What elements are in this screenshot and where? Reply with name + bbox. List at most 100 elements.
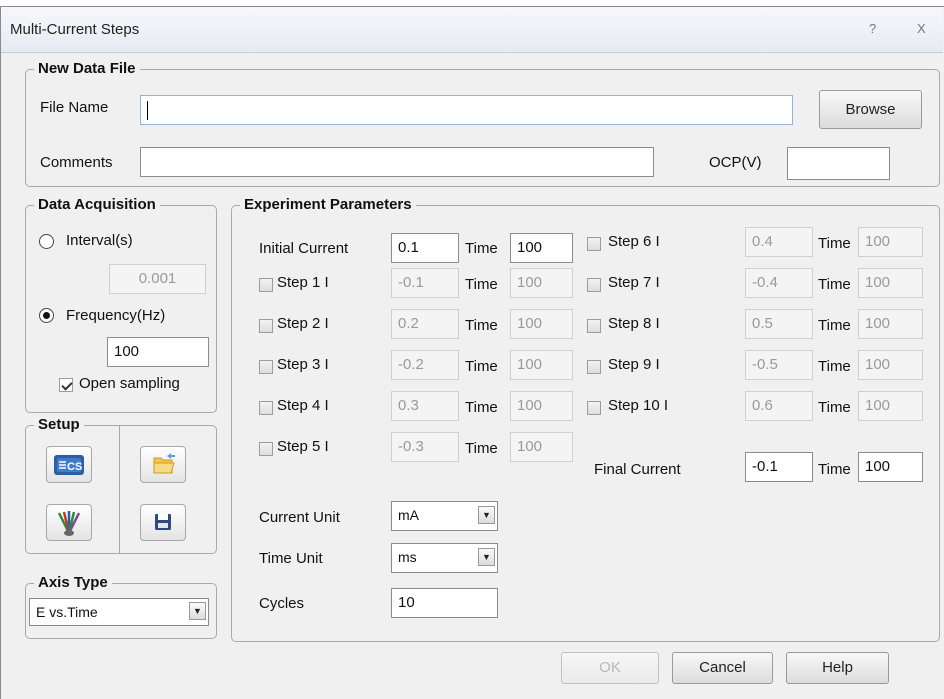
step-8-current-input[interactable]: 0.5: [745, 309, 813, 339]
cycles-input[interactable]: 10: [391, 588, 498, 618]
cs-instrument-button[interactable]: CS: [46, 446, 92, 483]
current-unit-select[interactable]: mA ▼: [391, 501, 498, 531]
step-10-time-input[interactable]: 100: [858, 391, 923, 421]
step-2-checkbox[interactable]: [259, 319, 273, 333]
step-9-time-input[interactable]: 100: [858, 350, 923, 380]
step-1-label: Step 1 I: [277, 274, 329, 291]
time-unit-value: ms: [398, 549, 417, 565]
frequency-input[interactable]: 100: [107, 337, 209, 367]
step-5-label: Step 5 I: [277, 438, 329, 455]
final-time-input[interactable]: 100: [858, 452, 923, 482]
step-7-checkbox[interactable]: [587, 278, 601, 292]
axis-type-group: Axis Type E vs.Time ▼: [25, 574, 217, 639]
step-1-current-input[interactable]: -0.1: [391, 268, 459, 298]
file-name-label: File Name: [40, 99, 109, 116]
help-button[interactable]: Help: [786, 652, 889, 684]
step-4-time-input[interactable]: 100: [510, 391, 573, 421]
step-10-checkbox[interactable]: [587, 401, 601, 415]
open-folder-icon: [153, 453, 175, 474]
new-data-file-legend: New Data File: [34, 60, 140, 78]
close-icon[interactable]: X: [917, 21, 926, 36]
chevron-down-icon[interactable]: ▼: [189, 602, 206, 620]
setup-divider: [119, 426, 120, 553]
step-8-label: Step 8 I: [608, 315, 660, 332]
initial-current-input[interactable]: 0.1: [391, 233, 459, 263]
step-3-checkbox[interactable]: [259, 360, 273, 374]
current-unit-label: Current Unit: [259, 509, 340, 526]
cancel-button[interactable]: Cancel: [672, 652, 773, 684]
chevron-down-icon[interactable]: ▼: [478, 506, 495, 524]
time-label: Time: [818, 399, 851, 416]
time-label: Time: [465, 440, 498, 457]
step-4-label: Step 4 I: [277, 397, 329, 414]
ocp-label: OCP(V): [709, 154, 762, 171]
browse-button[interactable]: Browse: [819, 90, 922, 129]
step-8-checkbox[interactable]: [587, 319, 601, 333]
ocp-input[interactable]: [787, 147, 890, 180]
step-10-label: Step 10 I: [608, 397, 669, 414]
step-9-checkbox[interactable]: [587, 360, 601, 374]
electrode-button[interactable]: [46, 504, 92, 541]
time-label: Time: [818, 461, 851, 478]
cycles-label: Cycles: [259, 595, 305, 612]
step-6-checkbox[interactable]: [587, 237, 601, 251]
step-2-time-input[interactable]: 100: [510, 309, 573, 339]
step-3-current-input[interactable]: -0.2: [391, 350, 459, 380]
initial-current-label: Initial Current: [259, 240, 349, 257]
open-sampling-label: Open sampling: [79, 375, 180, 392]
step-7-label: Step 7 I: [608, 274, 660, 291]
initial-time-input[interactable]: 100: [510, 233, 573, 263]
step-4-checkbox[interactable]: [259, 401, 273, 415]
step-10-current-input[interactable]: 0.6: [745, 391, 813, 421]
chevron-down-icon[interactable]: ▼: [478, 548, 495, 566]
time-unit-select[interactable]: ms ▼: [391, 543, 498, 573]
step-1-time-input[interactable]: 100: [510, 268, 573, 298]
data-acquisition-legend: Data Acquisition: [34, 196, 160, 214]
step-9-current-input[interactable]: -0.5: [745, 350, 813, 380]
step-4-current-input[interactable]: 0.3: [391, 391, 459, 421]
step-6-time-input[interactable]: 100: [858, 227, 923, 257]
step-2-label: Step 2 I: [277, 315, 329, 332]
save-button[interactable]: [140, 504, 186, 541]
time-label: Time: [465, 276, 498, 293]
comments-input[interactable]: [140, 147, 654, 177]
title-bar[interactable]: Multi-Current Steps ? X: [1, 7, 943, 53]
comments-label: Comments: [40, 154, 113, 171]
open-file-button[interactable]: [140, 446, 186, 483]
dialog-window: Multi-Current Steps ? X New Data File Fi…: [0, 6, 944, 699]
current-unit-value: mA: [398, 507, 419, 523]
step-3-time-input[interactable]: 100: [510, 350, 573, 380]
new-data-file-group: New Data File File Name Browse Comments …: [25, 60, 940, 187]
step-1-checkbox[interactable]: [259, 278, 273, 292]
axis-type-select[interactable]: E vs.Time ▼: [29, 598, 209, 626]
final-current-input[interactable]: -0.1: [745, 452, 813, 482]
step-5-time-input[interactable]: 100: [510, 432, 573, 462]
window-title: Multi-Current Steps: [10, 21, 140, 38]
step-5-current-input[interactable]: -0.3: [391, 432, 459, 462]
time-label: Time: [818, 317, 851, 334]
setup-group: Setup CS: [25, 416, 217, 554]
frequency-radio[interactable]: [39, 308, 54, 323]
frequency-label: Frequency(Hz): [66, 307, 166, 324]
open-sampling-checkbox[interactable]: [59, 378, 73, 392]
cs-instrument-icon: CS: [54, 455, 84, 475]
axis-type-legend: Axis Type: [34, 574, 112, 592]
interval-radio[interactable]: [39, 234, 54, 249]
interval-input[interactable]: 0.001: [109, 264, 206, 294]
experiment-parameters-group: Experiment Parameters Initial Current 0.…: [231, 196, 940, 642]
step-6-current-input[interactable]: 0.4: [745, 227, 813, 257]
step-7-current-input[interactable]: -0.4: [745, 268, 813, 298]
step-8-time-input[interactable]: 100: [858, 309, 923, 339]
electrode-fan-icon: [57, 511, 81, 536]
step-6-label: Step 6 I: [608, 233, 660, 250]
file-name-input[interactable]: [140, 95, 793, 125]
axis-type-value: E vs.Time: [36, 604, 98, 620]
step-2-current-input[interactable]: 0.2: [391, 309, 459, 339]
svg-text:CS: CS: [67, 461, 82, 473]
step-7-time-input[interactable]: 100: [858, 268, 923, 298]
ok-button[interactable]: OK: [561, 652, 659, 684]
final-current-label: Final Current: [594, 461, 681, 478]
step-5-checkbox[interactable]: [259, 442, 273, 456]
time-label: Time: [465, 399, 498, 416]
help-icon[interactable]: ?: [869, 21, 876, 36]
